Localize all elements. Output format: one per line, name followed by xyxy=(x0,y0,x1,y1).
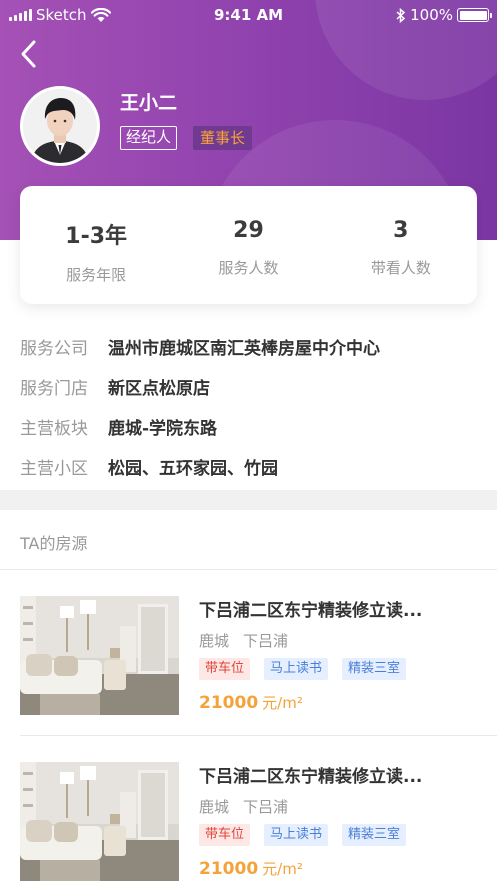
listing-tag: 马上读书 xyxy=(264,658,329,680)
listing-location: 鹿城 下吕浦 xyxy=(199,796,288,817)
listing-photo xyxy=(20,596,179,715)
listing-card[interactable]: 下吕浦二区东宁精装修立读... 鹿城 下吕浦 带车位 马上读书 精装三室 2100… xyxy=(20,762,497,882)
listing-price: 21000 元/m² xyxy=(199,692,303,713)
info-row-communities: 主营小区 松园、五环家园、竹园 xyxy=(20,446,380,486)
listing-tag: 马上读书 xyxy=(264,824,329,846)
info-label: 服务门店 xyxy=(20,378,88,399)
listing-tag: 精装三室 xyxy=(342,658,407,680)
listing-tag: 带车位 xyxy=(199,824,251,846)
avatar xyxy=(20,86,100,166)
listing-price-unit: 元/m² xyxy=(262,860,303,878)
listing-photo xyxy=(20,762,179,881)
agent-name: 王小二 xyxy=(120,92,178,114)
stat-value: 1-3年 xyxy=(65,224,128,249)
listing-price-value: 21000 xyxy=(199,859,259,879)
stat-label: 服务年限 xyxy=(66,266,127,284)
stat-value: 3 xyxy=(393,218,409,243)
listing-tags: 带车位 马上读书 精装三室 xyxy=(199,824,407,846)
listing-price-value: 21000 xyxy=(199,693,259,713)
role-badge: 经纪人 xyxy=(120,126,178,150)
status-bar: Sketch 9:41 AM 100% xyxy=(0,0,497,30)
listing-title: 下吕浦二区东宁精装修立读... xyxy=(199,601,423,621)
divider xyxy=(20,735,497,736)
info-row-store: 服务门店 新区点松原店 xyxy=(20,366,380,406)
info-value: 鹿城-学院东路 xyxy=(108,418,218,439)
stat-label: 服务人数 xyxy=(218,259,279,277)
title-badge: 董事长 xyxy=(193,126,253,150)
listing-area: 下吕浦 xyxy=(243,632,289,650)
section-divider xyxy=(0,490,497,510)
battery-icon xyxy=(457,8,492,22)
stat-clients-served: 29 服务人数 xyxy=(172,186,324,304)
listing-district: 鹿城 xyxy=(199,798,230,816)
stat-value: 29 xyxy=(233,218,264,243)
divider xyxy=(0,569,497,570)
listing-tag: 带车位 xyxy=(199,658,251,680)
info-value: 新区点松原店 xyxy=(108,378,210,399)
battery-percent: 100% xyxy=(410,6,453,24)
info-label: 主营小区 xyxy=(20,458,88,479)
listing-price-unit: 元/m² xyxy=(262,694,303,712)
agent-info: 服务公司 温州市鹿城区南汇英棒房屋中介中心 服务门店 新区点松原店 主营板块 鹿… xyxy=(20,326,380,486)
bluetooth-icon xyxy=(396,7,406,23)
listings-section-title: TA的房源 xyxy=(20,534,88,553)
listing-card[interactable]: 下吕浦二区东宁精装修立读... 鹿城 下吕浦 带车位 马上读书 精装三室 2100… xyxy=(20,596,497,716)
back-arrow-icon[interactable] xyxy=(16,38,42,70)
listing-title: 下吕浦二区东宁精装修立读... xyxy=(199,767,423,787)
listing-district: 鹿城 xyxy=(199,632,230,650)
info-row-company: 服务公司 温州市鹿城区南汇英棒房屋中介中心 xyxy=(20,326,380,366)
info-label: 主营板块 xyxy=(20,418,88,439)
stat-label: 带看人数 xyxy=(370,259,431,277)
info-label: 服务公司 xyxy=(20,338,88,359)
stats-card: 1-3年 服务年限 29 服务人数 3 带看人数 xyxy=(20,186,477,304)
info-value: 温州市鹿城区南汇英棒房屋中介中心 xyxy=(108,338,380,359)
stat-viewings: 3 带看人数 xyxy=(325,186,477,304)
listing-area: 下吕浦 xyxy=(243,798,289,816)
listing-location: 鹿城 下吕浦 xyxy=(199,630,288,651)
stat-service-years: 1-3年 服务年限 xyxy=(20,186,172,304)
info-row-district: 主营板块 鹿城-学院东路 xyxy=(20,406,380,446)
listing-tag: 精装三室 xyxy=(342,824,407,846)
listing-price: 21000 元/m² xyxy=(199,858,303,879)
listing-tags: 带车位 马上读书 精装三室 xyxy=(199,658,407,680)
info-value: 松园、五环家园、竹园 xyxy=(108,458,278,479)
